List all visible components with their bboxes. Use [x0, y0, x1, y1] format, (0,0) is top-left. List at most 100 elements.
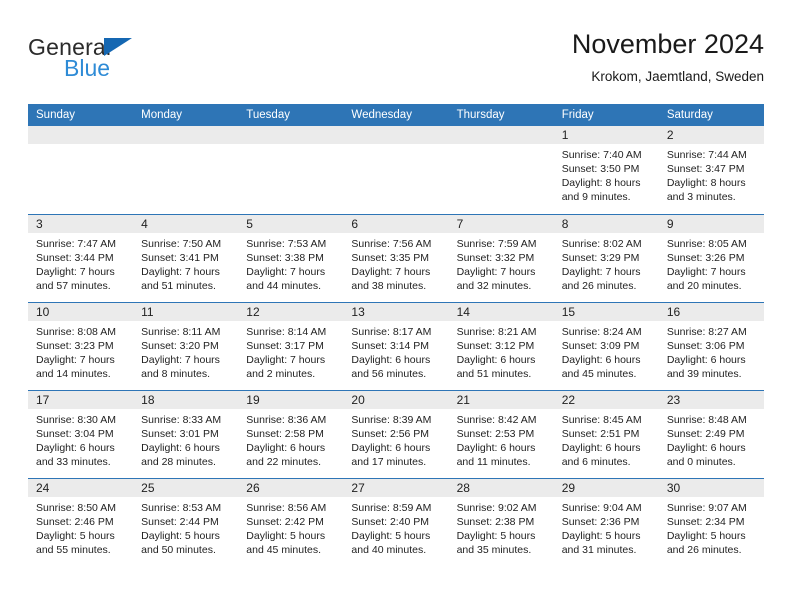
calendar-day-cell[interactable]: 2 Sunrise: 7:44 AM Sunset: 3:47 PM Daylight… — [658, 126, 764, 214]
day-number-band: 25 — [133, 479, 239, 497]
day-info-line: Daylight: 6 hours — [246, 442, 326, 454]
day-info-line: and 14 minutes. — [36, 368, 111, 380]
day-number-band: 23 — [658, 391, 764, 409]
day-info-line: and 26 minutes. — [561, 280, 637, 292]
day-info-line: Sunset: 3:50 PM — [561, 163, 640, 175]
calendar-day-cell[interactable]: 26 Sunrise: 8:56 AM Sunset: 2:42 PM Dayligh… — [238, 479, 344, 566]
calendar-day-cell[interactable]: 21 Sunrise: 8:42 AM Sunset: 2:53 PM Dayligh… — [448, 391, 554, 478]
calendar-day-cell[interactable]: 8 Sunrise: 8:02 AM Sunset: 3:29 PM Daylight… — [553, 215, 659, 302]
day-sun-info: Sunrise: 7:53 AM Sunset: 3:38 PM Daylight:… — [238, 233, 343, 293]
calendar-day-cell[interactable]: 28 Sunrise: 9:02 AM Sunset: 2:38 PM Dayligh… — [448, 479, 554, 566]
calendar-day-cell[interactable]: 16 Sunrise: 8:27 AM Sunset: 3:06 PM Dayligh… — [658, 303, 764, 390]
day-number: 29 — [561, 481, 576, 495]
calendar-day-cell[interactable]: 19 Sunrise: 8:36 AM Sunset: 2:58 PM Dayligh… — [238, 391, 344, 478]
day-sun-info: Sunrise: 8:08 AM Sunset: 3:23 PM Daylight:… — [28, 321, 133, 381]
day-info-line: Sunrise: 8:08 AM — [36, 326, 116, 338]
day-sun-info: Sunrise: 9:02 AM Sunset: 2:38 PM Daylight:… — [449, 497, 554, 557]
day-number: 6 — [351, 217, 359, 231]
day-info-line: Sunset: 3:17 PM — [246, 340, 324, 352]
day-sun-info: Sunrise: 8:59 AM Sunset: 2:40 PM Daylight:… — [343, 497, 448, 557]
calendar-day-cell[interactable]: 24 Sunrise: 8:50 AM Sunset: 2:46 PM Dayligh… — [28, 479, 134, 566]
day-number-band: 2 — [658, 126, 764, 144]
calendar-day-cell[interactable]: 20 Sunrise: 8:39 AM Sunset: 2:56 PM Dayligh… — [343, 391, 449, 478]
day-sun-info: Sunrise: 7:50 AM Sunset: 3:41 PM Daylight:… — [133, 233, 238, 293]
day-info-line: and 50 minutes. — [141, 544, 216, 556]
day-info-line: Sunset: 2:40 PM — [351, 516, 430, 528]
day-sun-info: Sunrise: 9:04 AM Sunset: 2:36 PM Daylight:… — [554, 497, 659, 557]
calendar-day-cell[interactable]: 18 Sunrise: 8:33 AM Sunset: 3:01 PM Dayligh… — [133, 391, 239, 478]
day-number: 27 — [351, 481, 365, 495]
day-info-line: and 44 minutes. — [246, 280, 321, 292]
calendar-day-cell[interactable]: 15 Sunrise: 8:24 AM Sunset: 3:09 PM Dayligh… — [553, 303, 659, 390]
day-info-line: Sunset: 2:36 PM — [561, 516, 640, 528]
day-info-line: Sunrise: 9:07 AM — [666, 502, 747, 514]
calendar-day-cell[interactable]: 11 Sunrise: 8:11 AM Sunset: 3:20 PM Dayligh… — [133, 303, 239, 390]
day-info-line: and 45 minutes. — [561, 368, 637, 380]
calendar-week-row: 3 Sunrise: 7:47 AM Sunset: 3:44 PM Daylight… — [28, 214, 764, 302]
day-number: 17 — [36, 393, 50, 407]
weekday-header-wednesday: Wednesday — [351, 109, 412, 121]
day-sun-info: Sunrise: 8:05 AM Sunset: 3:26 PM Daylight:… — [659, 233, 764, 293]
day-info-line: Sunset: 3:01 PM — [141, 428, 219, 440]
calendar-day-cell[interactable]: 9 Sunrise: 8:05 AM Sunset: 3:26 PM Daylight… — [658, 215, 764, 302]
calendar-day-cell[interactable]: 22 Sunrise: 8:45 AM Sunset: 2:51 PM Dayligh… — [553, 391, 659, 478]
calendar-day-cell[interactable]: 27 Sunrise: 8:59 AM Sunset: 2:40 PM Dayligh… — [343, 479, 449, 566]
calendar-day-cell[interactable]: 13 Sunrise: 8:17 AM Sunset: 3:14 PM Dayligh… — [343, 303, 449, 390]
calendar-day-cell[interactable]: 29 Sunrise: 9:04 AM Sunset: 2:36 PM Dayligh… — [553, 479, 659, 566]
day-info-line: Sunrise: 8:50 AM — [36, 502, 116, 514]
day-info-line: Sunset: 2:44 PM — [141, 516, 219, 528]
day-info-line: and 11 minutes. — [456, 456, 531, 468]
day-info-line: and 3 minutes. — [666, 191, 736, 203]
calendar-day-cell[interactable]: 7 Sunrise: 7:59 AM Sunset: 3:32 PM Daylight… — [448, 215, 554, 302]
day-info-line: Daylight: 7 hours — [36, 354, 115, 366]
day-number-band: 1 — [553, 126, 659, 144]
day-info-line: Sunrise: 8:02 AM — [561, 238, 642, 250]
day-sun-info: Sunrise: 8:17 AM Sunset: 3:14 PM Daylight:… — [343, 321, 448, 381]
brand-triangle-icon — [104, 38, 132, 56]
day-info-line: Sunrise: 7:53 AM — [246, 238, 327, 250]
calendar-day-cell[interactable]: 1 Sunrise: 7:40 AM Sunset: 3:50 PM Daylight… — [553, 126, 659, 214]
day-info-line: Daylight: 6 hours — [351, 354, 431, 366]
calendar-day-cell[interactable]: 5 Sunrise: 7:53 AM Sunset: 3:38 PM Daylight… — [238, 215, 344, 302]
day-number-band — [28, 126, 134, 144]
day-info-line: Daylight: 7 hours — [351, 266, 431, 278]
day-number-band: 29 — [553, 479, 659, 497]
weekday-header-sunday: Sunday — [36, 109, 76, 121]
day-number-band — [448, 126, 554, 144]
calendar-day-cell[interactable]: 17 Sunrise: 8:30 AM Sunset: 3:04 PM Dayligh… — [28, 391, 134, 478]
calendar-day-cell[interactable]: 10 Sunrise: 8:08 AM Sunset: 3:23 PM Dayligh… — [28, 303, 134, 390]
day-number-band: 15 — [553, 303, 659, 321]
day-sun-info: Sunrise: 8:50 AM Sunset: 2:46 PM Daylight:… — [28, 497, 133, 557]
day-info-line: Sunrise: 7:56 AM — [351, 238, 432, 250]
day-info-line: and 32 minutes. — [456, 280, 532, 292]
day-info-line: Sunrise: 8:56 AM — [246, 502, 327, 514]
day-number: 18 — [141, 393, 155, 407]
calendar-day-cell[interactable]: 3 Sunrise: 7:47 AM Sunset: 3:44 PM Daylight… — [28, 215, 134, 302]
day-info-line: Sunset: 3:47 PM — [666, 163, 745, 175]
calendar-day-cell[interactable]: 25 Sunrise: 8:53 AM Sunset: 2:44 PM Dayligh… — [133, 479, 239, 566]
calendar-day-cell[interactable]: 14 Sunrise: 8:21 AM Sunset: 3:12 PM Dayligh… — [448, 303, 554, 390]
day-info-line: Sunset: 3:12 PM — [456, 340, 535, 352]
calendar-day-cell-empty — [343, 126, 449, 214]
day-info-line: Daylight: 6 hours — [456, 442, 536, 454]
day-number-band: 12 — [238, 303, 344, 321]
calendar-week-row: 24 Sunrise: 8:50 AM Sunset: 2:46 PM Dayligh… — [28, 478, 764, 566]
calendar-day-cell[interactable]: 6 Sunrise: 7:56 AM Sunset: 3:35 PM Daylight… — [343, 215, 449, 302]
calendar-day-cell[interactable]: 12 Sunrise: 8:14 AM Sunset: 3:17 PM Dayligh… — [238, 303, 344, 390]
day-info-line: Sunset: 3:29 PM — [561, 252, 640, 264]
day-info-line: and 0 minutes. — [666, 456, 736, 468]
day-info-line: Daylight: 6 hours — [36, 442, 115, 454]
calendar-day-cell[interactable]: 23 Sunrise: 8:48 AM Sunset: 2:49 PM Dayligh… — [658, 391, 764, 478]
day-number: 14 — [456, 305, 470, 319]
day-info-line: Sunrise: 8:21 AM — [456, 326, 537, 338]
day-info-line: Daylight: 5 hours — [36, 530, 115, 542]
day-info-line: Daylight: 6 hours — [456, 354, 536, 366]
day-info-line: Daylight: 8 hours — [666, 177, 746, 189]
day-number: 5 — [246, 217, 253, 231]
day-info-line: Sunrise: 8:45 AM — [561, 414, 642, 426]
day-info-line: Sunset: 2:42 PM — [246, 516, 324, 528]
calendar-day-cell[interactable]: 30 Sunrise: 9:07 AM Sunset: 2:34 PM Dayligh… — [658, 479, 764, 566]
day-info-line: Daylight: 5 hours — [666, 530, 746, 542]
day-info-line: Sunrise: 7:44 AM — [666, 149, 747, 161]
calendar-day-cell[interactable]: 4 Sunrise: 7:50 AM Sunset: 3:41 PM Daylight… — [133, 215, 239, 302]
